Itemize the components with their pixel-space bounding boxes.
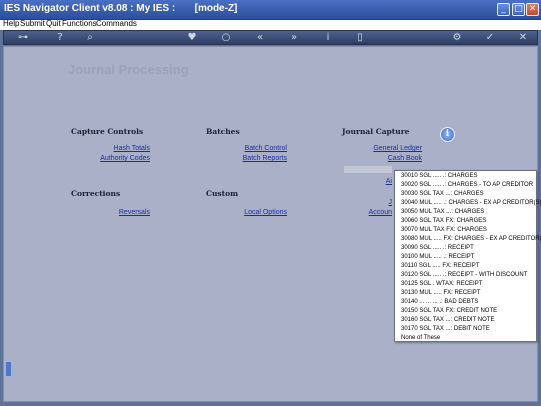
partial-link-j[interactable]: J <box>380 199 393 206</box>
popup-item-30170[interactable]: 30170 SGL TAX ...: DEBIT NOTE <box>401 325 490 334</box>
menu-submit[interactable]: Submit <box>20 19 45 28</box>
batch-reports-link[interactable]: Batch Reports <box>230 155 287 162</box>
clipboard-icon[interactable]: ▯ <box>354 32 366 44</box>
popup-item-30110[interactable]: 30110 SGL ..... FX: RECEIPT <box>401 262 479 271</box>
highlighted-link-bar[interactable] <box>344 166 392 173</box>
hash-totals-link[interactable]: Hash Totals <box>100 145 150 152</box>
search-icon[interactable]: ⌕ <box>84 32 96 44</box>
journal-capture-heading: Journal Capture <box>342 127 410 136</box>
popup-item-30140[interactable]: 30140 ... ... ... .: BAD DEBTS <box>401 298 478 307</box>
close-button[interactable]: ✕ <box>526 3 539 16</box>
menu-bar: Help Submit Quit Functions Commands <box>0 19 541 30</box>
toolbar: ⊶ ? ⌕ ♥ ○ « » i ▯ ⚙ ✓ ✕ <box>3 30 538 45</box>
side-scroll-tab[interactable] <box>6 362 11 376</box>
heart-icon[interactable]: ♥ <box>186 32 198 44</box>
menu-commands[interactable]: Commands <box>96 19 137 28</box>
popup-item-30050[interactable]: 30050 MUL TAX ...: CHARGES <box>401 208 484 217</box>
popup-item-30030[interactable]: 30030 SGL TAX ...: CHARGES <box>401 190 484 199</box>
local-options-link[interactable]: Local Options <box>230 209 287 216</box>
popup-item-none[interactable]: None of These <box>401 334 440 343</box>
journal-type-popup: 30010 SGL ..... .: CHARGES 30020 SGL ...… <box>394 170 541 343</box>
gear-icon[interactable]: ⚙ <box>451 32 463 44</box>
popup-item-30080[interactable]: 30080 MUL ..... FX: CHARGES - EX AP CRED… <box>401 235 541 244</box>
authority-codes-link[interactable]: Authority Codes <box>90 155 150 162</box>
popup-item-30060[interactable]: 30060 SGL TAX FX: CHARGES <box>401 217 486 226</box>
popup-item-30130[interactable]: 30130 MUL ..... FX: RECEIPT <box>401 289 480 298</box>
popup-item-30040[interactable]: 30040 MUL ..... .: CHARGES - EX AP CREDI… <box>401 199 541 208</box>
check-icon[interactable]: ✓ <box>484 32 496 44</box>
popup-item-30125[interactable]: 30125 SGL . WTAX: RECEIPT <box>401 280 482 289</box>
fast-forward-icon[interactable]: » <box>288 32 300 44</box>
title-bar: IES Navigator Client v8.08 : My IES : [m… <box>0 0 541 20</box>
circle-icon[interactable]: ○ <box>220 32 232 44</box>
popup-item-30160[interactable]: 30160 SGL TAX ...: CREDIT NOTE <box>401 316 494 325</box>
maximize-button[interactable]: □ <box>512 3 525 16</box>
popup-item-30150[interactable]: 30150 SGL TAX FX: CREDIT NOTE <box>401 307 497 316</box>
general-ledger-link[interactable]: General Ledger <box>360 145 422 152</box>
popup-item-30010[interactable]: 30010 SGL ..... .: CHARGES <box>401 172 477 181</box>
custom-heading: Custom <box>206 189 239 198</box>
popup-item-30020[interactable]: 30020 SGL ..... .: CHARGES - TO AP CREDI… <box>401 181 533 190</box>
popup-item-30100[interactable]: 30100 MUL ..... .: RECEIPT <box>401 253 474 262</box>
batches-heading: Batches <box>206 127 240 136</box>
partial-link-accounts[interactable]: Accoun <box>362 209 392 216</box>
reversals-link[interactable]: Reversals <box>100 209 150 216</box>
popup-item-30090[interactable]: 30090 SGL ..... .: RECEIPT <box>401 244 474 253</box>
page-title: Journal Processing <box>68 62 189 77</box>
window-title: IES Navigator Client v8.08 : My IES : [m… <box>4 3 238 14</box>
popup-item-30120[interactable]: 30120 SGL ..... .: RECEIPT - WITH DISCOU… <box>401 271 527 280</box>
help-icon[interactable]: ? <box>54 32 66 44</box>
cash-book-link[interactable]: Cash Book <box>370 155 422 162</box>
partial-link-ai[interactable]: Ai <box>380 178 392 185</box>
minimize-button[interactable]: _ <box>497 3 510 16</box>
rewind-icon[interactable]: « <box>254 32 266 44</box>
batch-control-link[interactable]: Batch Control <box>230 145 287 152</box>
corrections-heading: Corrections <box>71 189 121 198</box>
menu-help[interactable]: Help <box>3 19 19 28</box>
key-icon[interactable]: ⊶ <box>12 32 34 44</box>
info-icon[interactable]: i <box>440 127 455 142</box>
close-icon[interactable]: ✕ <box>517 32 529 44</box>
menu-quit[interactable]: Quit <box>46 19 61 28</box>
info-icon[interactable]: i <box>322 32 334 44</box>
capture-controls-heading: Capture Controls <box>71 127 144 136</box>
menu-functions[interactable]: Functions <box>62 19 97 28</box>
popup-item-30070[interactable]: 30070 MUL TAX FX: CHARGES <box>401 226 487 235</box>
